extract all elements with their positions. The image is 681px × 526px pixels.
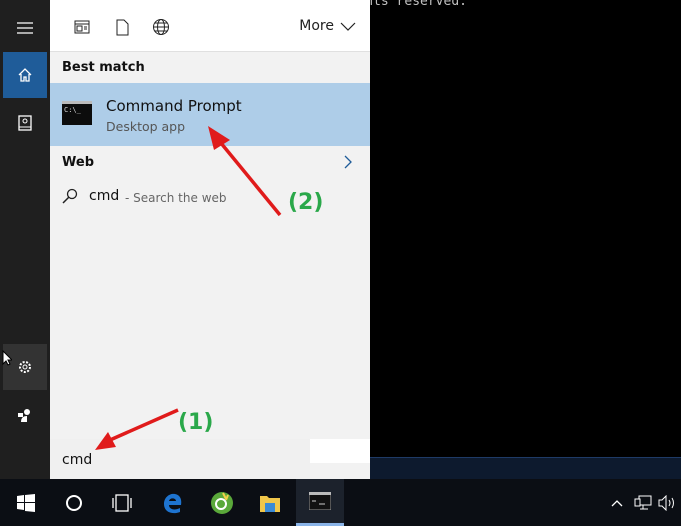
command-prompt-result[interactable]: C:\_ Command Prompt Desktop app <box>50 83 370 146</box>
search-input[interactable]: cmd <box>50 439 310 479</box>
hamburger-icon <box>17 22 33 34</box>
command-prompt-icon <box>309 492 331 510</box>
result-title: Command Prompt <box>106 97 242 115</box>
feedback-button[interactable] <box>3 392 47 438</box>
task-view-button[interactable] <box>98 479 146 526</box>
feedback-icon <box>18 409 30 422</box>
mouse-cursor-icon <box>2 350 12 366</box>
start-button[interactable] <box>2 479 50 526</box>
window-edge <box>370 457 681 479</box>
more-label: More <box>299 18 334 34</box>
notebook-button[interactable] <box>3 100 47 146</box>
more-filters-button[interactable]: More <box>299 18 356 34</box>
windows-logo-icon <box>17 493 35 512</box>
cortana-circle-icon <box>66 494 82 511</box>
start-rail <box>0 0 50 479</box>
cortana-button[interactable] <box>50 479 98 526</box>
hamburger-menu-button[interactable] <box>3 5 47 51</box>
taskbar <box>0 479 681 526</box>
search-input-value: cmd <box>62 452 93 468</box>
folder-icon <box>260 495 280 512</box>
web-query-suffix: - Search the web <box>125 191 227 205</box>
annotation-step-1: (1) <box>178 410 214 435</box>
chevron-down-icon <box>340 22 356 31</box>
notebook-icon <box>18 115 32 131</box>
task-view-icon <box>112 493 132 512</box>
show-hidden-icons-button[interactable] <box>604 479 630 526</box>
document-icon <box>116 19 128 35</box>
web-heading: Web <box>62 155 94 170</box>
web-filter-button[interactable] <box>151 17 171 37</box>
apps-filter-button[interactable] <box>72 17 92 37</box>
speaker-icon <box>658 494 674 511</box>
home-icon <box>18 68 32 82</box>
edge-icon <box>164 493 182 513</box>
web-query: cmd <box>89 188 120 204</box>
best-match-heading: Best match <box>62 60 145 75</box>
annotation-step-2: (2) <box>288 190 324 215</box>
volume-button[interactable] <box>654 479 680 526</box>
search-panel: More Best match C:\_ Command Prompt Desk… <box>50 0 370 479</box>
edge-browser-button[interactable] <box>149 479 197 526</box>
file-explorer-button[interactable] <box>246 479 294 526</box>
search-filter-bar: More <box>50 0 370 52</box>
command-prompt-taskbar-button[interactable] <box>296 479 344 526</box>
search-icon <box>62 188 78 204</box>
coccoc-icon <box>211 491 233 514</box>
network-button[interactable] <box>630 479 656 526</box>
chevron-right-icon[interactable] <box>344 155 352 169</box>
chevron-up-icon <box>611 499 623 506</box>
search-box-edge <box>310 439 370 463</box>
network-icon <box>634 495 652 509</box>
gear-icon <box>19 361 31 373</box>
app-window-icon <box>74 20 90 34</box>
globe-icon <box>153 19 169 35</box>
command-prompt-icon: C:\_ <box>62 101 92 125</box>
result-subtitle: Desktop app <box>106 119 186 134</box>
coccoc-browser-button[interactable] <box>198 479 246 526</box>
home-button[interactable] <box>3 52 47 98</box>
documents-filter-button[interactable] <box>112 17 132 37</box>
